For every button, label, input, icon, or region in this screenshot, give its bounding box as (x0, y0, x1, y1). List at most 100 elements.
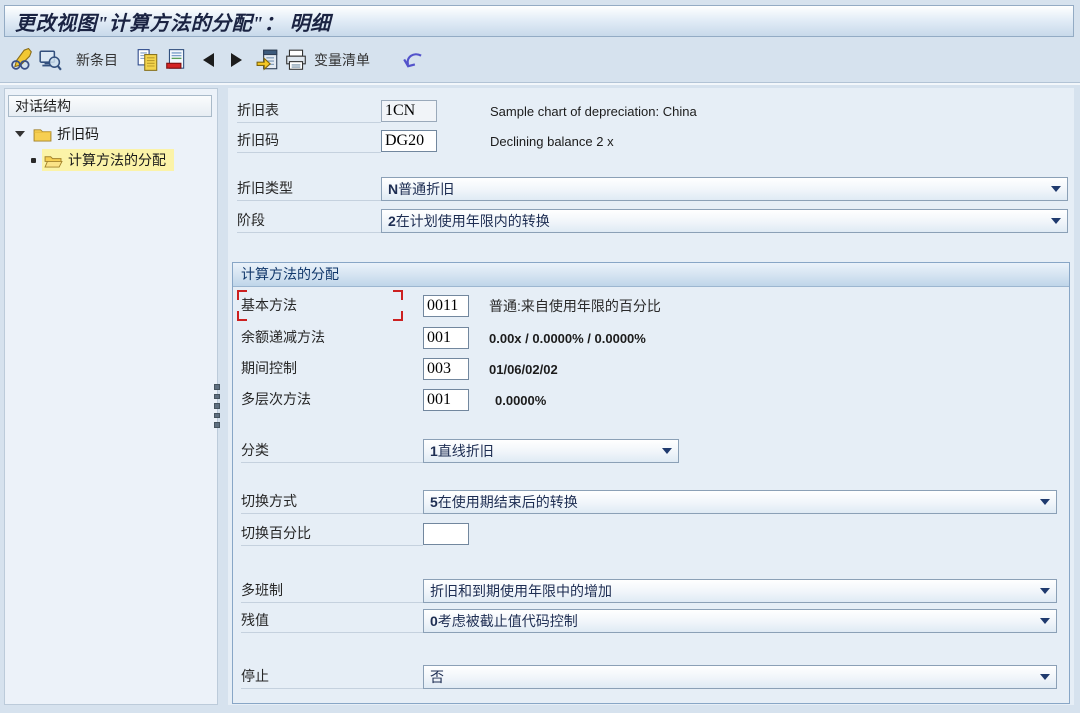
field-row: 分类 1 直线折旧 (241, 438, 679, 464)
calc-method-assignment-groupbox: 计算方法的分配 基本方法 普通:来自使用年限的百分比 余额递减方法 0.00x … (232, 262, 1070, 704)
selected-option-text: 折旧和到期使用年限中的增加 (430, 583, 612, 599)
tree-item-label: 计算方法的分配 (68, 152, 166, 168)
delete-entry-button[interactable] (162, 47, 190, 73)
changeover-method-select[interactable]: 5 在使用期结束后的转换 (423, 490, 1057, 514)
folder-open-icon (44, 155, 63, 168)
copy-entry-icon (137, 49, 158, 71)
variable-list-button[interactable]: 变量清单 (310, 50, 374, 70)
selected-option-key: 2 (388, 213, 396, 229)
dropdown-arrow-icon (1040, 588, 1050, 594)
declining-balance-method-label: 余额递减方法 (241, 328, 325, 345)
changeover-percent-field[interactable] (423, 523, 469, 545)
print-button[interactable] (282, 47, 310, 73)
field-row: 折旧码 Declining balance 2 x (237, 128, 614, 154)
multilevel-method-field[interactable] (423, 389, 469, 411)
scrap-value-select[interactable]: 0 考虑被截止值代码控制 (423, 609, 1057, 633)
page-title: 更改视图"计算方法的分配"： 明细 (15, 12, 331, 35)
field-row: 残值 0 考虑被截止值代码控制 (241, 608, 1057, 634)
new-entries-button[interactable]: 新条目 (72, 50, 122, 70)
selected-option-text: 直线折旧 (437, 443, 494, 459)
previous-entry-icon (202, 53, 214, 67)
depreciation-key-description: Declining balance 2 x (490, 133, 614, 149)
phase-select[interactable]: 2 在计划使用年限内的转换 (381, 209, 1068, 233)
detail-panel: 折旧表 Sample chart of depreciation: China … (228, 88, 1074, 705)
field-row: 切换方式 5 在使用期结束后的转换 (241, 489, 1057, 515)
field-row: 多班制 折旧和到期使用年限中的增加 (241, 578, 1057, 604)
display-view-icon (39, 50, 62, 71)
changeover-method-label: 切换方式 (241, 491, 423, 514)
field-row: 余额递减方法 0.00x / 0.0000% / 0.0000% (241, 325, 646, 351)
chart-of-depreciation-description: Sample chart of depreciation: China (490, 103, 697, 119)
period-control-field[interactable] (423, 358, 469, 380)
worklist-button[interactable] (254, 47, 282, 73)
tree-item-depreciation-key[interactable]: 折旧码 (15, 123, 107, 145)
undo-button[interactable] (400, 47, 428, 73)
application-toolbar: 新条目 变量清单 (0, 40, 1080, 80)
selected-option-key: 5 (430, 494, 438, 510)
field-row: 折旧类型 N 普通折旧 (237, 176, 1068, 202)
tree-node-selected[interactable]: 计算方法的分配 (42, 149, 174, 171)
previous-entry-button[interactable] (194, 47, 222, 73)
multilevel-method-label: 多层次方法 (241, 390, 311, 407)
change-display-toggle-icon (11, 48, 32, 70)
toolbar-separator (0, 82, 1080, 85)
tree-node[interactable]: 折旧码 (31, 123, 107, 145)
dropdown-arrow-icon (1051, 186, 1061, 192)
selected-option-text: 考虑被截止值代码控制 (437, 613, 578, 629)
classification-select[interactable]: 1 直线折旧 (423, 439, 679, 463)
sap-window: 更改视图"计算方法的分配"： 明细 新条目 变量清单 对话结构 折旧码 计算方法… (0, 0, 1080, 713)
shutdown-label: 停止 (241, 666, 423, 689)
delete-entry-icon (166, 49, 185, 69)
base-method-field[interactable] (423, 295, 469, 317)
dropdown-arrow-icon (1051, 218, 1061, 224)
folder-closed-icon (33, 128, 52, 142)
changeover-percent-label: 切换百分比 (241, 523, 423, 546)
field-row: 多层次方法 0.0000% (241, 387, 546, 413)
selected-option-key: 0 (430, 613, 438, 629)
selected-option-key: 1 (430, 443, 438, 459)
field-row: 折旧表 Sample chart of depreciation: China (237, 98, 697, 124)
depreciation-key-label: 折旧码 (237, 130, 381, 153)
field-row: 基本方法 普通:来自使用年限的百分比 (237, 290, 661, 321)
field-row: 切换百分比 (241, 521, 469, 547)
tree-leaf-icon (31, 157, 36, 163)
dropdown-arrow-icon (662, 448, 672, 454)
base-method-description: 普通:来自使用年限的百分比 (489, 298, 661, 314)
tree-expander-icon[interactable] (15, 131, 25, 137)
display-view-button[interactable] (36, 47, 64, 73)
worklist-icon (256, 49, 278, 71)
period-control-label: 期间控制 (241, 359, 297, 376)
multilevel-method-description: 0.0000% (495, 392, 547, 408)
depreciation-type-label: 折旧类型 (237, 178, 381, 201)
field-row: 期间控制 01/06/02/02 (241, 356, 558, 382)
selected-option-text: 在使用期结束后的转换 (437, 494, 578, 510)
multiple-shift-label: 多班制 (241, 580, 423, 603)
depreciation-type-select[interactable]: N 普通折旧 (381, 177, 1068, 201)
copy-entry-button[interactable] (134, 47, 162, 73)
declining-balance-method-field[interactable] (423, 327, 469, 349)
next-entry-button[interactable] (222, 47, 250, 73)
field-row: 停止 否 (241, 664, 1057, 690)
dropdown-arrow-icon (1040, 499, 1050, 505)
change-display-toggle-button[interactable] (8, 47, 36, 73)
multiple-shift-select[interactable]: 折旧和到期使用年限中的增加 (423, 579, 1057, 603)
chart-of-depreciation-label: 折旧表 (237, 100, 381, 123)
selected-option-key: N (388, 181, 399, 197)
dropdown-arrow-icon (1040, 618, 1050, 624)
undo-icon (403, 53, 422, 68)
declining-balance-method-description: 0.00x / 0.0000% / 0.0000% (489, 330, 646, 346)
groupbox-title: 计算方法的分配 (233, 263, 1069, 287)
tree-item-calc-method-assignment[interactable]: 计算方法的分配 (31, 149, 174, 171)
print-icon (286, 49, 306, 70)
dropdown-arrow-icon (1040, 674, 1050, 680)
depreciation-key-field[interactable] (381, 130, 437, 152)
chart-of-depreciation-field[interactable] (381, 100, 437, 122)
shutdown-select[interactable]: 否 (423, 665, 1057, 689)
field-row: 阶段 2 在计划使用年限内的转换 (237, 208, 1068, 234)
dialog-structure-header: 对话结构 (8, 95, 212, 117)
selected-option-text: 在计划使用年限内的转换 (395, 213, 550, 229)
splitter[interactable] (214, 384, 220, 428)
dialog-structure-panel: 对话结构 折旧码 计算方法的分配 (4, 88, 218, 705)
tree-item-label: 折旧码 (57, 126, 99, 142)
selected-option-text: 否 (430, 669, 444, 685)
